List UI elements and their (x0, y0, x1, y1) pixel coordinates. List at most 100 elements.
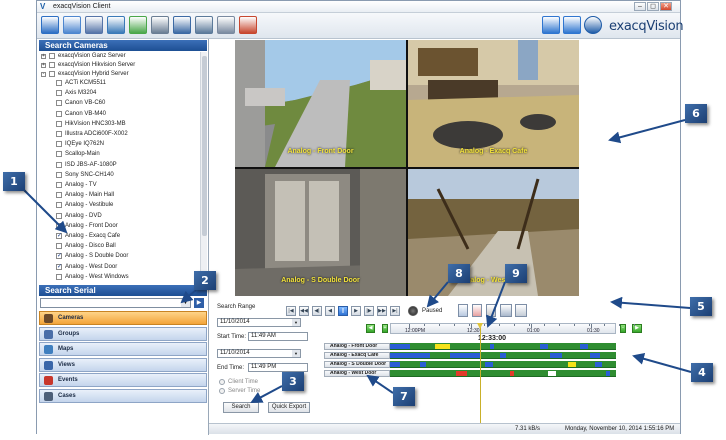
tree-camera-row[interactable]: Analog - West Windows (39, 273, 199, 282)
printer-icon[interactable] (217, 16, 235, 34)
timeline-row-label[interactable]: Analog - Exacq Cafe (324, 352, 390, 359)
checkbox[interactable] (56, 90, 62, 97)
timeline-track[interactable] (390, 370, 616, 377)
checkbox[interactable] (56, 212, 62, 219)
export-icon[interactable] (195, 16, 213, 34)
server-time-radio[interactable] (219, 388, 225, 394)
tree-camera-row[interactable]: Scallop-Main (39, 150, 199, 159)
camera-setup-icon[interactable] (107, 16, 125, 34)
timeline-segment[interactable] (390, 362, 400, 367)
tree-camera-row[interactable]: Axis M3204 (39, 89, 199, 98)
checkbox[interactable] (56, 273, 62, 280)
record-icon[interactable] (239, 16, 257, 34)
timeline-segment[interactable] (548, 371, 556, 376)
playback-button-5[interactable]: ▶ (351, 306, 361, 316)
checkbox[interactable]: ✓ (56, 233, 62, 239)
tree-camera-row[interactable]: Analog - Vestibule (39, 201, 199, 210)
bookmark-icon[interactable] (458, 304, 468, 317)
playback-button-6[interactable]: |▶ (364, 306, 374, 316)
playback-button-8[interactable]: ▶| (390, 306, 400, 316)
client-time-radio[interactable] (219, 379, 225, 385)
tree-camera-row[interactable]: IQEye IQ762N (39, 140, 199, 149)
timeline-segment[interactable] (550, 353, 562, 358)
config-icon[interactable] (85, 16, 103, 34)
zoom-in-button[interactable]: + (382, 324, 388, 333)
checkbox[interactable]: ✓ (56, 222, 62, 229)
timeline-segment[interactable] (456, 371, 467, 376)
tree-camera-row[interactable]: ISD JBS-AF-1080P (39, 161, 199, 170)
checkbox[interactable] (49, 71, 55, 77)
checkbox[interactable] (56, 182, 62, 188)
checkbox[interactable]: ✓ (56, 263, 62, 270)
timeline-segment[interactable] (450, 353, 480, 358)
playback-button-2[interactable]: ◀| (312, 306, 322, 316)
panel-toggle-icon[interactable] (563, 16, 581, 34)
tree-camera-row[interactable]: ✓ Analog - Exacq Cafe (39, 232, 199, 241)
tree-server-row[interactable]: + exacqVision Hikvision Server (39, 61, 199, 70)
expander-icon[interactable]: + (41, 54, 46, 59)
timeline-row-label[interactable]: Analog - West Door (324, 370, 390, 377)
restore-button[interactable]: ◻ (647, 2, 659, 11)
tree-camera-row[interactable]: Analog - DVD (39, 212, 199, 221)
live-view-icon[interactable] (41, 16, 59, 34)
tree-camera-row[interactable]: Canon VB-C60 (39, 99, 199, 108)
timeline-prev-button[interactable]: ◀ (366, 324, 375, 333)
zoom-out-button[interactable]: - (620, 324, 626, 333)
checkbox[interactable]: ✓ (56, 253, 62, 260)
timeline-segment[interactable] (606, 371, 610, 376)
minimize-button[interactable]: – (634, 2, 646, 11)
export-video-icon[interactable] (500, 304, 512, 317)
checkbox[interactable] (56, 141, 62, 148)
playhead-line[interactable] (480, 323, 481, 423)
checkbox[interactable] (49, 62, 55, 68)
grid-layout-icon[interactable] (129, 16, 147, 34)
users-icon[interactable] (173, 16, 191, 34)
timeline-track[interactable] (390, 352, 616, 359)
video-tile-s-double-door[interactable]: Analog - S Double Door (235, 169, 406, 296)
timeline-row-label[interactable]: Analog - Front Door (324, 343, 390, 350)
playback-button-1[interactable]: ◀◀ (299, 306, 309, 316)
checkbox[interactable] (56, 161, 62, 168)
timeline-track[interactable] (390, 361, 616, 368)
timeline-row-label[interactable]: Analog - S Double Door (324, 361, 390, 368)
timeline-segment[interactable] (595, 362, 602, 367)
checkbox[interactable] (56, 151, 62, 158)
magnifier-icon[interactable] (151, 16, 169, 34)
checkbox[interactable] (56, 100, 62, 107)
tree-camera-row[interactable]: ✓ Analog - West Door (39, 263, 199, 272)
video-tile-exacq-cafe[interactable]: Analog - Exacq Cafe (408, 40, 579, 167)
timeline-segment[interactable] (568, 362, 576, 367)
tree-camera-row[interactable]: Sony SNC-CH140 (39, 171, 199, 180)
timeline-segment[interactable] (490, 344, 494, 349)
timeline-segment[interactable] (500, 353, 506, 358)
playback-button-7[interactable]: ▶▶ (377, 306, 387, 316)
playback-button-0[interactable]: |◀ (286, 306, 296, 316)
tree-camera-row[interactable]: Analog - TV (39, 181, 199, 190)
timeline-track[interactable] (390, 343, 616, 350)
checkbox[interactable] (56, 243, 62, 250)
timeline-segment[interactable] (435, 344, 450, 349)
expander-icon[interactable]: - (41, 72, 46, 77)
tree-scrollbar[interactable] (200, 52, 207, 284)
tree-camera-row[interactable]: Analog - Back Lot (39, 283, 199, 284)
tree-camera-row[interactable]: Analog - Main Hall (39, 191, 199, 200)
mark-out-icon[interactable] (472, 304, 482, 317)
timeline-segment[interactable] (580, 344, 588, 349)
checkbox[interactable] (56, 110, 62, 117)
checkbox[interactable] (56, 192, 62, 199)
tree-server-row[interactable]: + exacqVision Ganz Server (39, 52, 199, 61)
checkbox[interactable] (56, 131, 62, 137)
checkbox[interactable] (56, 171, 62, 178)
print-frame-icon[interactable] (515, 304, 527, 317)
video-tile-west-door[interactable]: Analog - West Door (408, 169, 579, 296)
help-icon[interactable] (584, 16, 602, 34)
scrollbar-thumb[interactable] (202, 56, 207, 236)
tree-camera-row[interactable]: Illustra ADCi600F-X002 (39, 130, 199, 139)
timeline-segment[interactable] (540, 344, 548, 349)
timeline-segment[interactable] (510, 371, 514, 376)
tree-server-row[interactable]: - exacqVision Hybrid Server (39, 70, 199, 79)
timeline-segment[interactable] (420, 362, 426, 367)
timeline-segment[interactable] (390, 353, 430, 358)
serial-select[interactable]: ▼ (40, 298, 191, 308)
timeline-segment[interactable] (390, 344, 410, 349)
